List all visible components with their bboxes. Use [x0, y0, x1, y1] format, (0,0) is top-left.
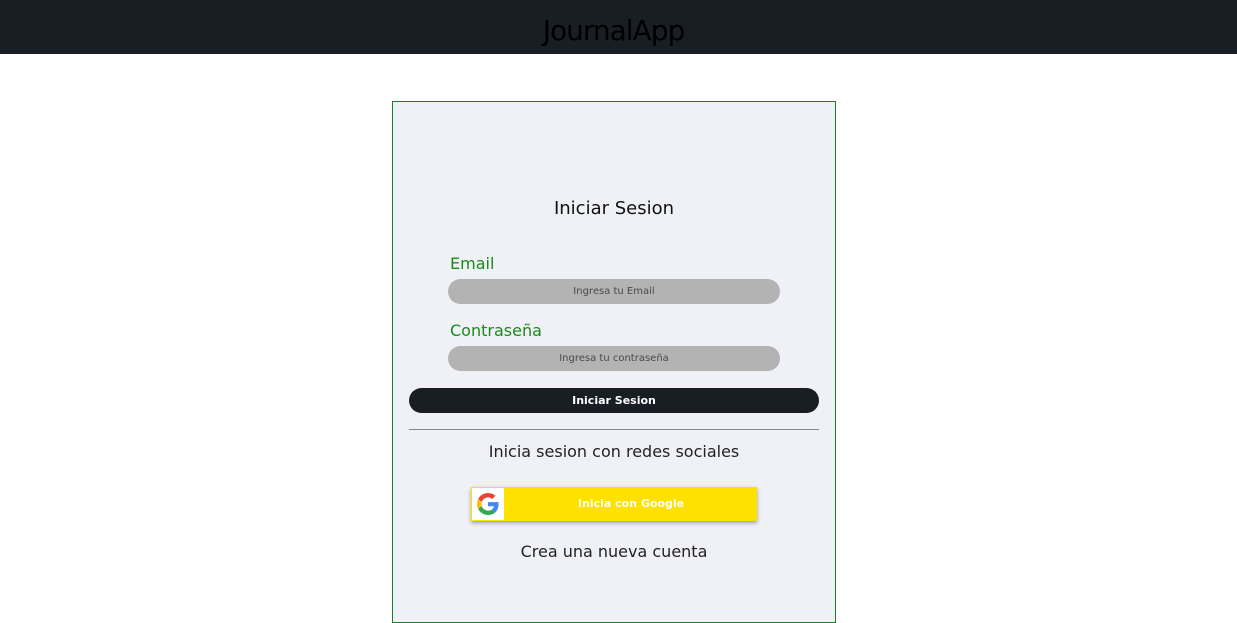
google-login-label: Inicia con Google	[577, 497, 685, 510]
email-input[interactable]	[448, 279, 780, 304]
social-login-text: Inicia sesion con redes sociales	[488, 442, 740, 461]
login-title: Iniciar Sesion	[553, 198, 675, 219]
google-login-button[interactable]: Inicia con Google	[471, 487, 757, 521]
create-account-link[interactable]: Crea una nueva cuenta	[393, 542, 835, 561]
google-logo-icon	[477, 493, 499, 515]
navbar: JournalApp	[0, 0, 1237, 54]
app-brand[interactable]: JournalApp	[0, 11, 1227, 51]
password-input[interactable]	[448, 346, 780, 371]
password-label: Contraseña	[450, 321, 542, 340]
divider	[409, 429, 819, 430]
login-card: Iniciar Sesion Email Contraseña Iniciar …	[392, 101, 836, 623]
google-icon-container	[472, 488, 504, 520]
email-label: Email	[450, 254, 495, 273]
login-button[interactable]: Iniciar Sesion	[409, 388, 819, 413]
